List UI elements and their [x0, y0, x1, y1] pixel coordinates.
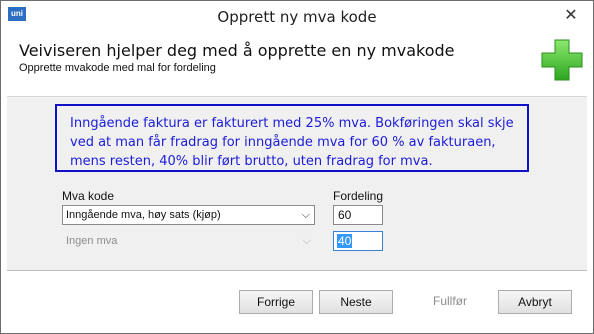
- close-button[interactable]: ✕: [557, 3, 585, 27]
- info-message: Inngående faktura er fakturert med 25% m…: [55, 104, 529, 172]
- chevron-down-icon: ⌵: [301, 209, 310, 221]
- green-plus-icon: [541, 39, 583, 81]
- title-bar[interactable]: uni Opprett ny mva kode ✕: [1, 1, 593, 31]
- wizard-header: Veiviseren hjelper deg med å opprette en…: [7, 31, 587, 95]
- fordeling-input-2-value: 40: [337, 234, 353, 248]
- dialog-window: uni Opprett ny mva kode ✕ Veiviseren hje…: [0, 0, 594, 334]
- finish-button[interactable]: Fullfør: [413, 290, 487, 314]
- fordeling-input-2[interactable]: 40: [333, 231, 383, 251]
- mva-kode-select-1[interactable]: Inngående mva, høy sats (kjøp) ⌵: [62, 205, 315, 225]
- mva-kode-select-2-value: Ingen mva: [66, 235, 118, 247]
- wizard-title: Veiviseren hjelper deg med å opprette en…: [19, 41, 455, 60]
- fordeling-label: Fordeling: [333, 189, 384, 203]
- wizard-body: Inngående faktura er fakturert med 25% m…: [7, 97, 587, 270]
- chevron-down-icon: ⌵: [302, 235, 311, 247]
- mva-kode-label: Mva kode: [62, 189, 115, 203]
- mva-kode-select-1-value: Inngående mva, høy sats (kjøp): [66, 209, 221, 221]
- footer-divider: [7, 270, 587, 271]
- mva-kode-select-2[interactable]: Ingen mva ⌵: [62, 232, 315, 252]
- wizard-subtitle: Opprette mvakode med mal for fordeling: [19, 62, 216, 74]
- cancel-button[interactable]: Avbryt: [498, 290, 572, 314]
- prev-button[interactable]: Forrige: [239, 290, 313, 314]
- next-button[interactable]: Neste: [319, 290, 393, 314]
- fordeling-input-1[interactable]: 60: [333, 205, 383, 225]
- window-title: Opprett ny mva kode: [217, 8, 377, 26]
